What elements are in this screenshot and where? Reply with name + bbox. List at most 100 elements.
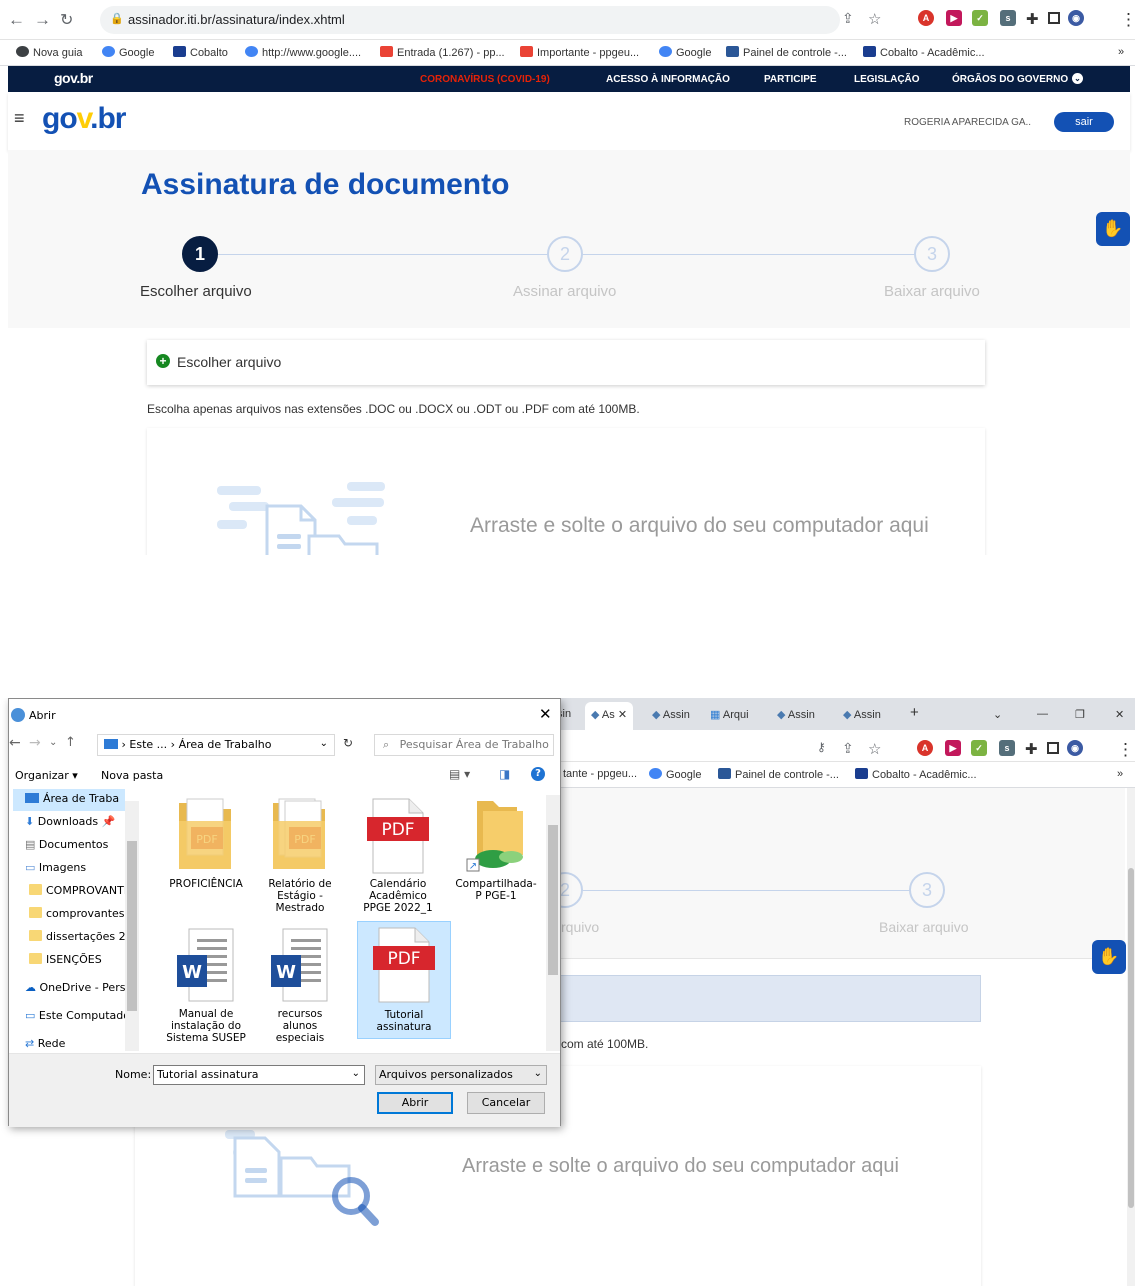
link-participe[interactable]: PARTICIPE: [764, 74, 817, 85]
nav-item-isencoes[interactable]: ISENÇÕES: [29, 950, 125, 972]
reload-icon[interactable]: ↻: [60, 10, 73, 30]
puzzle-icon[interactable]: ✚: [1025, 740, 1038, 758]
abp-extension-icon[interactable]: A: [917, 740, 933, 756]
up-folder-icon[interactable]: ↑: [65, 735, 76, 750]
bookmark-cobalto-academic[interactable]: Cobalto - Acadêmic...: [863, 46, 985, 59]
breadcrumb-este[interactable]: Este ...: [129, 738, 167, 751]
page-scrollbar[interactable]: [1127, 788, 1135, 1286]
open-button[interactable]: Abrir: [377, 1092, 453, 1114]
share-icon[interactable]: ⇪: [842, 10, 854, 27]
file-type-select[interactable]: Arquivos personalizados ⌄: [375, 1065, 547, 1085]
filename-input[interactable]: Tutorial assinatura ⌄: [153, 1065, 365, 1085]
file-item-compartilhada[interactable]: ↗ Compartilhada-P PGE-1: [455, 797, 537, 902]
bookmarks-more-icon[interactable]: »: [1117, 768, 1123, 780]
extension-icon[interactable]: ✓: [971, 740, 987, 756]
link-acesso-informacao[interactable]: ACESSO À INFORMAÇÃO: [606, 74, 730, 85]
forward-icon[interactable]: →: [34, 10, 51, 30]
nav-item-downloads[interactable]: ⬇ Downloads 📌: [25, 812, 125, 834]
new-folder-button[interactable]: Nova pasta: [101, 769, 163, 782]
nav-item-comprovante[interactable]: COMPROVANTE: [29, 881, 125, 903]
choose-file-button[interactable]: + Escolher arquivo: [147, 340, 985, 385]
nav-item-documentos[interactable]: ▤ Documentos: [25, 835, 125, 857]
back-icon[interactable]: ←: [9, 735, 21, 751]
link-orgaos-governo[interactable]: ÓRGÃOS DO GOVERNO: [952, 74, 1068, 85]
chevron-down-icon[interactable]: ⌄: [352, 1068, 360, 1079]
file-item-manual[interactable]: W Manual de instalação do Sistema SUSEP: [165, 925, 247, 1045]
file-item-relatorio[interactable]: PDF Relatório de Estágio - Mestrado: [259, 797, 341, 915]
bookmark-painel[interactable]: Painel de controle -...: [718, 768, 839, 781]
close-dialog-icon[interactable]: ✕: [539, 705, 552, 723]
sidepanel-icon[interactable]: [1047, 742, 1059, 754]
govbar-logo[interactable]: gov.br: [54, 70, 93, 86]
close-window-icon[interactable]: ✕: [1115, 708, 1124, 721]
bookmark-painel[interactable]: Painel de controle -...: [726, 46, 847, 59]
recent-dropdown-icon[interactable]: ⌄: [49, 737, 57, 748]
choose-file-button-hover[interactable]: [555, 975, 981, 1022]
bookmark-google[interactable]: Google: [102, 46, 154, 59]
bookmark-google-2[interactable]: Google: [659, 46, 711, 59]
bookmark-importante[interactable]: tante - ppgeu...: [563, 768, 637, 780]
drop-zone[interactable]: Arraste e solte o arquivo do seu computa…: [147, 428, 985, 555]
refresh-icon[interactable]: ↻: [343, 736, 353, 750]
bookmarks-more-icon[interactable]: »: [1118, 46, 1124, 58]
nav-item-onedrive[interactable]: ☁ OneDrive - Persor: [25, 978, 125, 1000]
star-icon[interactable]: ☆: [868, 740, 881, 758]
nav-item-dissertacoes[interactable]: dissertações 202: [29, 927, 125, 949]
file-list-scrollbar[interactable]: [546, 795, 560, 1051]
file-item-calendario[interactable]: PDF Calendário Acadêmico PPGE 2022_1: [357, 797, 439, 915]
file-item-recursos[interactable]: W recursos alunos especiais: [259, 925, 341, 1044]
bookmark-google[interactable]: Google: [649, 768, 701, 781]
sei-extension-icon[interactable]: s: [1000, 10, 1016, 26]
logout-button[interactable]: sair: [1054, 112, 1114, 132]
govbr-logo[interactable]: gov.br: [42, 102, 126, 136]
search-input[interactable]: ⌕ Pesquisar Área de Trabalho: [374, 734, 554, 756]
tab[interactable]: ◆ Assin: [777, 708, 815, 721]
hamburger-menu-icon[interactable]: ≡: [14, 108, 25, 129]
chevron-down-icon[interactable]: ⌄: [320, 738, 328, 749]
nav-item-comprovantes[interactable]: comprovantes d: [29, 904, 125, 926]
bookmark-cobalto[interactable]: Cobalto: [173, 46, 228, 59]
tab[interactable]: ▦ Arqui: [710, 708, 749, 721]
menu-icon[interactable]: ⋮: [1120, 10, 1135, 30]
star-icon[interactable]: ☆: [868, 10, 881, 28]
extension-icon[interactable]: ✓: [972, 10, 988, 26]
menu-icon[interactable]: ⋮: [1117, 740, 1134, 760]
sidepanel-icon[interactable]: [1048, 12, 1060, 24]
chevron-down-icon[interactable]: ⌄: [1072, 73, 1083, 84]
extension-icon[interactable]: ▶: [946, 10, 962, 26]
puzzle-icon[interactable]: ✚: [1026, 10, 1039, 28]
tab[interactable]: ◆ Assin: [843, 708, 881, 721]
nav-scrollbar[interactable]: [125, 801, 139, 1051]
profile-avatar[interactable]: ◉: [1067, 740, 1083, 756]
bookmark-nova-guia[interactable]: Nova guia: [16, 46, 83, 59]
bookmark-gmail-importante[interactable]: Importante - ppgeu...: [520, 46, 639, 59]
restore-icon[interactable]: ❐: [1075, 708, 1085, 721]
view-options-icon[interactable]: ▤ ▾: [449, 767, 470, 781]
nav-item-imagens[interactable]: ▭ Imagens: [25, 858, 125, 880]
organize-menu[interactable]: Organizar ▾: [15, 769, 78, 782]
back-icon[interactable]: ←: [8, 10, 25, 30]
close-tab-icon[interactable]: ✕: [618, 709, 627, 721]
nav-item-este-computador[interactable]: ▭ Este Computador: [25, 1006, 125, 1028]
link-coronavirus[interactable]: CORONAVÍRUS (COVID-19): [420, 74, 550, 85]
tab[interactable]: ◆ Assin: [652, 708, 690, 721]
bookmark-gmail-entrada[interactable]: Entrada (1.267) - pp...: [380, 46, 505, 59]
sei-extension-icon[interactable]: s: [999, 740, 1015, 756]
file-item-tutorial-selected[interactable]: PDF Tutorial assinatura: [357, 921, 451, 1039]
key-icon[interactable]: ⚷: [817, 740, 826, 754]
accessibility-hand-icon[interactable]: ✋: [1092, 940, 1126, 974]
link-legislacao[interactable]: LEGISLAÇÃO: [854, 74, 920, 85]
breadcrumb[interactable]: › Este ... › Área de Trabalho ⌄: [97, 734, 335, 756]
chevron-down-icon[interactable]: ⌄: [534, 1068, 542, 1079]
extension-icon[interactable]: ▶: [945, 740, 961, 756]
forward-icon[interactable]: →: [29, 735, 41, 751]
tab-active[interactable]: ◆ As ✕: [585, 702, 634, 730]
tab-search-icon[interactable]: ⌄: [993, 708, 1002, 721]
file-item-proficiencia[interactable]: PDF PROFICIÊNCIA: [165, 797, 247, 891]
bookmark-cobalto-academic[interactable]: Cobalto - Acadêmic...: [855, 768, 977, 781]
help-icon[interactable]: ?: [531, 767, 545, 781]
abp-extension-icon[interactable]: A: [918, 10, 934, 26]
new-tab-button[interactable]: +: [910, 704, 919, 721]
minimize-icon[interactable]: —: [1037, 708, 1048, 720]
share-icon[interactable]: ⇪: [842, 740, 854, 757]
